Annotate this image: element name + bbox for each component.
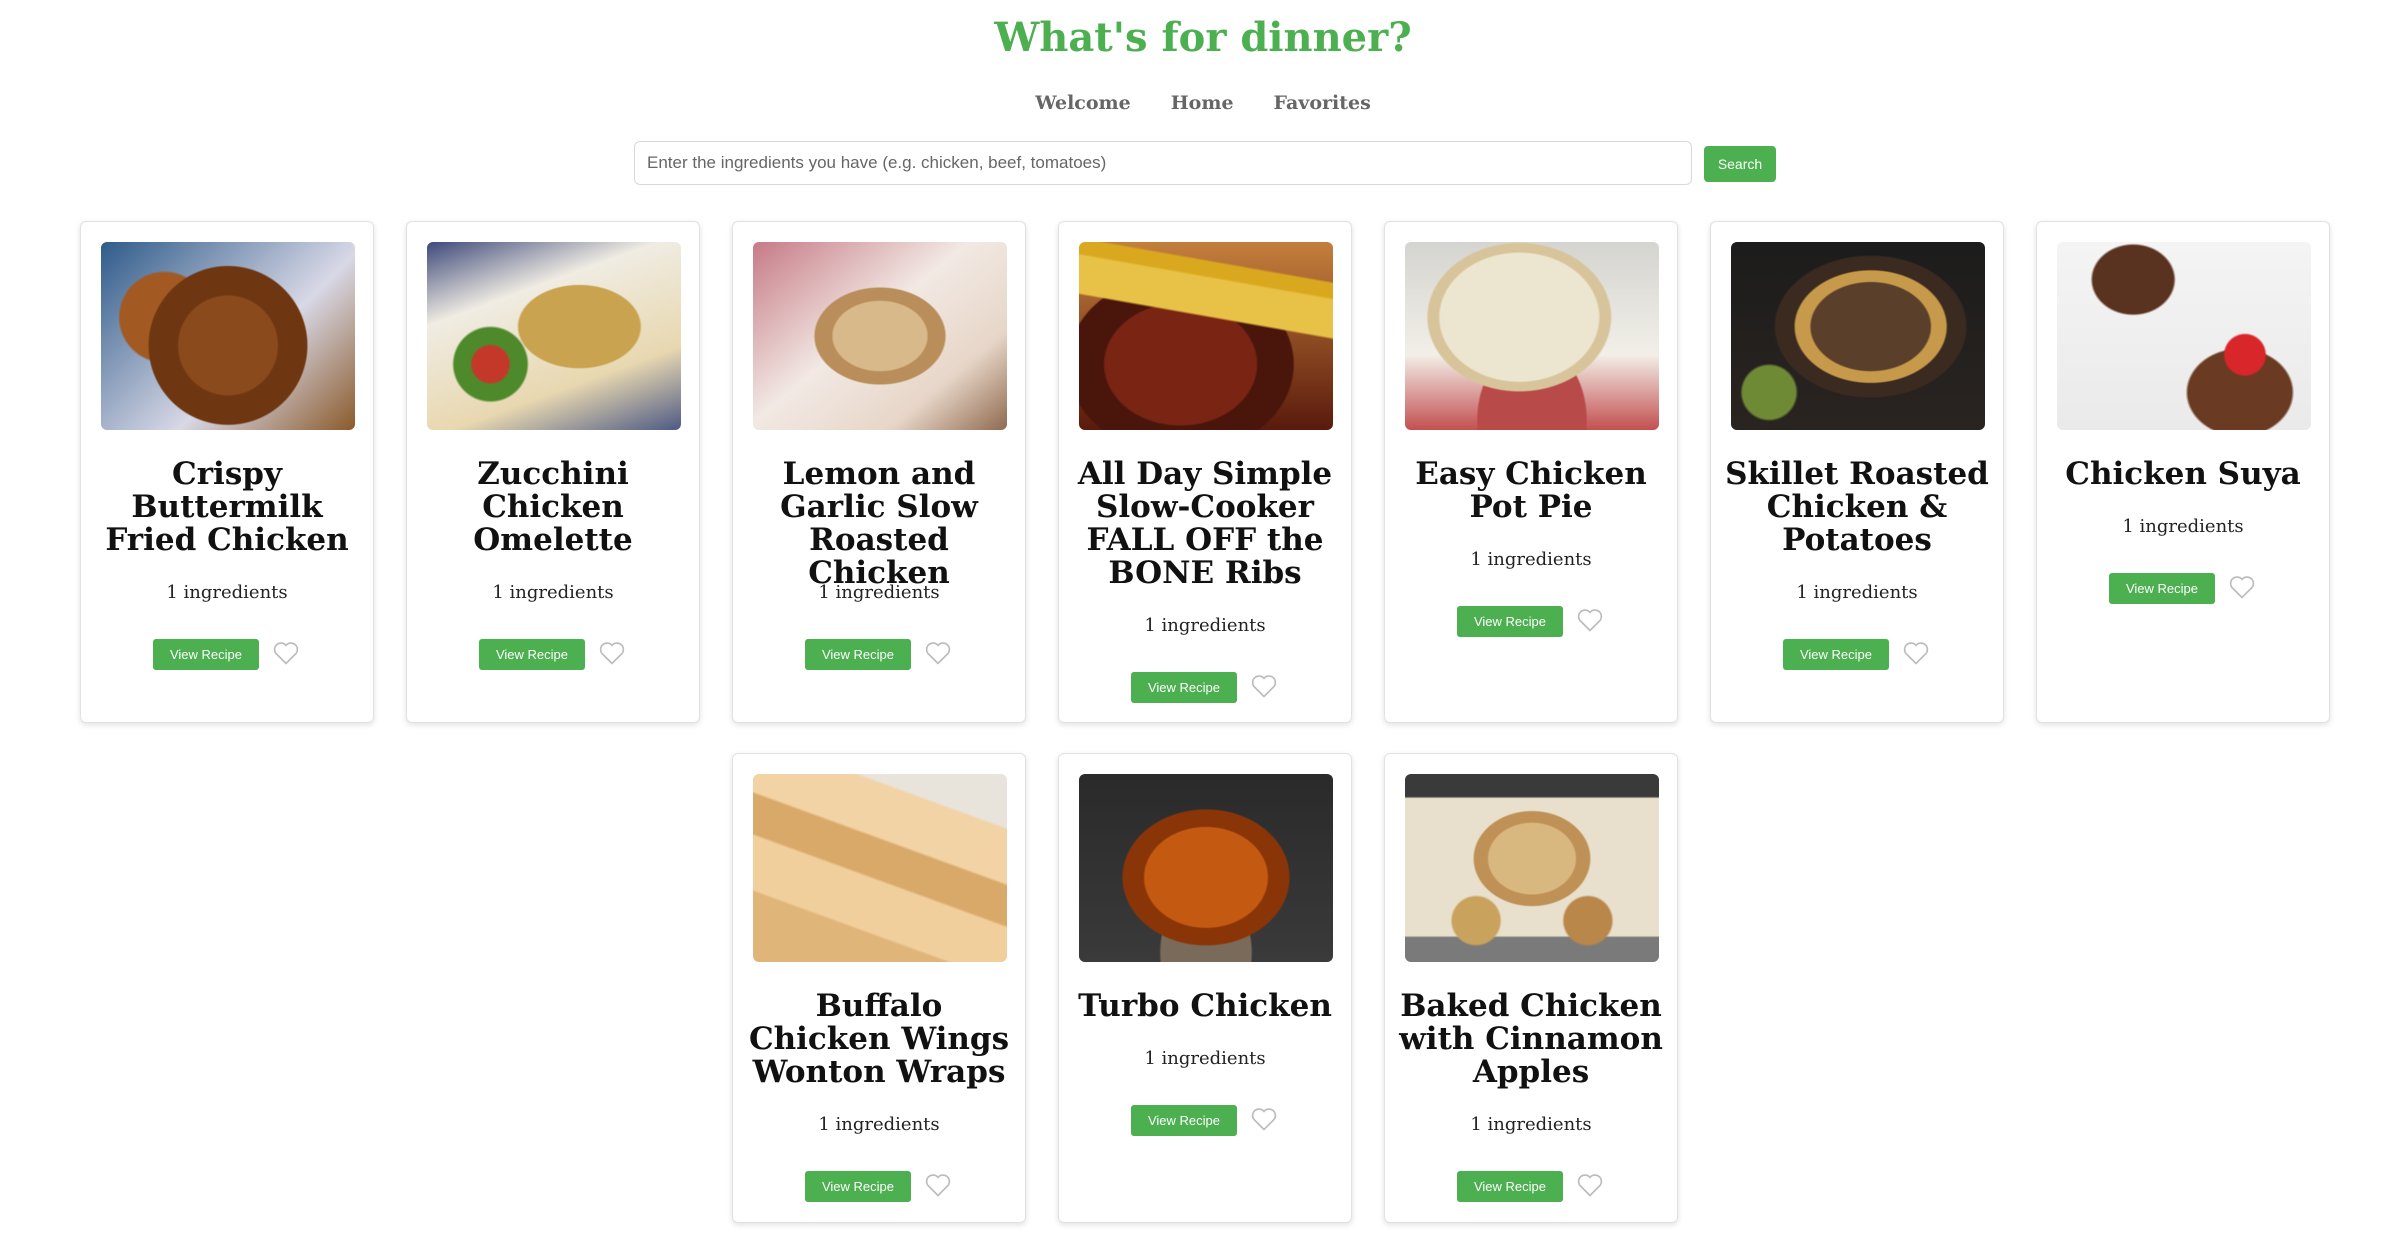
suya-photo [2057, 242, 2311, 430]
recipe-card: Crispy Buttermilk Fried Chicken 1 ingred… [80, 221, 374, 723]
omelette-photo [427, 242, 681, 430]
heart-outline-icon[interactable] [2228, 574, 2256, 600]
search-button[interactable]: Search [1704, 146, 1776, 182]
view-recipe-button[interactable]: View Recipe [1131, 672, 1237, 703]
recipe-card: Chicken Suya 1 ingredients View Recipe [2036, 221, 2330, 723]
view-recipe-button[interactable]: View Recipe [2109, 573, 2215, 604]
ingredient-count: 1 ingredients [1144, 1048, 1266, 1069]
fried-chicken-photo [101, 242, 355, 430]
recipe-title: Skillet Roasted Chicken & Potatoes [1725, 456, 1989, 558]
nav-link-favorites[interactable]: Favorites [1274, 92, 1371, 114]
ingredient-count: 1 ingredients [2122, 516, 2244, 537]
ingredient-count: 1 ingredients [1144, 615, 1266, 636]
ingredient-count: 1 ingredients [818, 582, 940, 603]
view-recipe-button[interactable]: View Recipe [805, 639, 911, 670]
recipe-card: All Day Simple Slow-Cooker FALL OFF the … [1058, 221, 1352, 723]
heart-outline-icon[interactable] [1576, 1172, 1604, 1198]
recipe-title: Lemon and Garlic Slow Roasted Chicken [780, 456, 978, 591]
recipe-title: Turbo Chicken [1078, 988, 1332, 1024]
view-recipe-button[interactable]: View Recipe [805, 1171, 911, 1202]
ribs-photo [1079, 242, 1333, 430]
recipe-card: Buffalo Chicken Wings Wonton Wraps 1 ing… [732, 753, 1026, 1223]
recipe-card: Lemon and Garlic Slow Roasted Chicken 1 … [732, 221, 1026, 723]
heart-outline-icon[interactable] [272, 640, 300, 666]
recipe-title: Easy Chicken Pot Pie [1415, 456, 1647, 525]
main-nav: Welcome Home Favorites [0, 92, 2406, 114]
recipe-card: Turbo Chicken 1 ingredients View Recipe [1058, 753, 1352, 1223]
nav-link-home[interactable]: Home [1171, 92, 1234, 114]
pot-pie-photo [1405, 242, 1659, 430]
heart-outline-icon[interactable] [1576, 607, 1604, 633]
recipe-card: Skillet Roasted Chicken & Potatoes 1 ing… [1710, 221, 2004, 723]
nav-link-welcome[interactable]: Welcome [1035, 92, 1131, 114]
heart-outline-icon[interactable] [1250, 1106, 1278, 1132]
heart-outline-icon[interactable] [924, 640, 952, 666]
recipe-card: Zucchini Chicken Omelette 1 ingredients … [406, 221, 700, 723]
heart-outline-icon[interactable] [1250, 673, 1278, 699]
ingredient-count: 1 ingredients [818, 1114, 940, 1135]
wonton-wraps-photo [753, 774, 1007, 962]
recipe-title: Crispy Buttermilk Fried Chicken [105, 456, 349, 558]
ingredients-search-input[interactable] [634, 141, 1692, 185]
roasted-chicken-photo [753, 242, 1007, 430]
recipe-card: Easy Chicken Pot Pie 1 ingredients View … [1384, 221, 1678, 723]
page-title: What's for dinner? [994, 14, 1412, 61]
turbo-chicken-photo [1079, 774, 1333, 962]
view-recipe-button[interactable]: View Recipe [1131, 1105, 1237, 1136]
view-recipe-button[interactable]: View Recipe [479, 639, 585, 670]
ingredient-count: 1 ingredients [1470, 549, 1592, 570]
view-recipe-button[interactable]: View Recipe [1457, 606, 1563, 637]
recipe-title: All Day Simple Slow-Cooker FALL OFF the … [1077, 456, 1333, 591]
heart-outline-icon[interactable] [1902, 640, 1930, 666]
recipe-title: Chicken Suya [2065, 456, 2301, 492]
ingredient-count: 1 ingredients [166, 582, 288, 603]
recipe-title: Buffalo Chicken Wings Wonton Wraps [748, 988, 1010, 1090]
recipe-title: Baked Chicken with Cinnamon Apples [1399, 988, 1663, 1090]
skillet-chicken-photo [1731, 242, 1985, 430]
ingredient-count: 1 ingredients [492, 582, 614, 603]
ingredient-count: 1 ingredients [1470, 1114, 1592, 1135]
ingredient-count: 1 ingredients [1796, 582, 1918, 603]
recipe-card: Baked Chicken with Cinnamon Apples 1 ing… [1384, 753, 1678, 1223]
heart-outline-icon[interactable] [598, 640, 626, 666]
recipe-title: Zucchini Chicken Omelette [473, 456, 633, 558]
baked-chicken-photo [1405, 774, 1659, 962]
view-recipe-button[interactable]: View Recipe [1457, 1171, 1563, 1202]
heart-outline-icon[interactable] [924, 1172, 952, 1198]
view-recipe-button[interactable]: View Recipe [153, 639, 259, 670]
view-recipe-button[interactable]: View Recipe [1783, 639, 1889, 670]
